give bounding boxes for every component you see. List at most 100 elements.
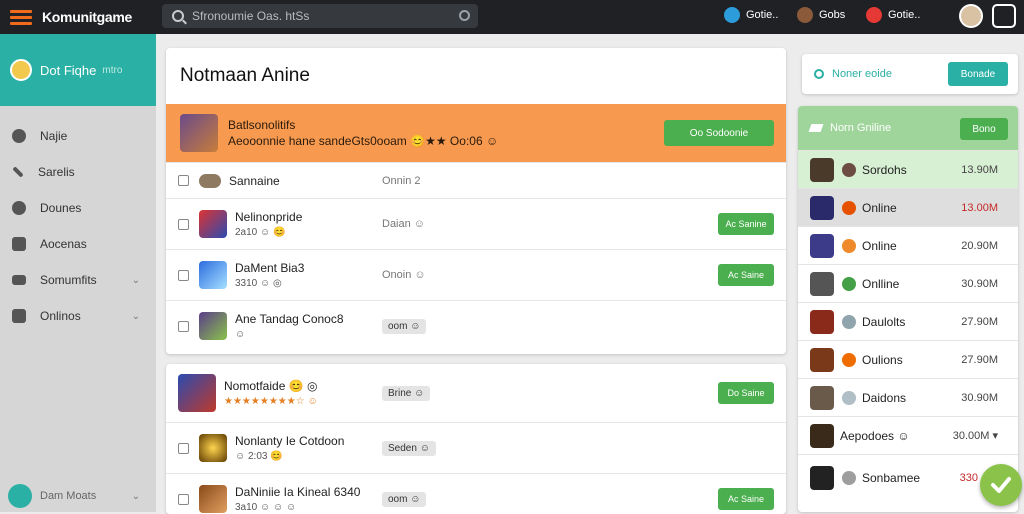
status-icon — [842, 470, 856, 485]
sidebar-item-label: Najie — [40, 129, 68, 143]
right-search-button[interactable]: Bonade — [948, 62, 1008, 86]
search-bar[interactable]: Sfronoumie Oas. htSs — [162, 4, 478, 28]
row-name: Nelinonpride — [235, 210, 303, 224]
row-name: DaNiniie Ia Kineal 6340 — [235, 485, 361, 499]
sidebar-item-label: Sarelis — [38, 165, 75, 179]
main-card-2: Nomotfaide 😊 ◎ ★★★★★★★★☆ ☺ Brine ☺ Do Sai… — [166, 364, 786, 514]
row-sub: ☺ 2:03 😊 — [235, 451, 283, 462]
row-thumbnail — [810, 465, 834, 490]
row-checkbox[interactable] — [178, 269, 189, 281]
status-icon — [842, 238, 856, 253]
briefcase-icon — [12, 237, 26, 251]
row-status: Onoin ☺ — [382, 269, 426, 281]
featured-row[interactable]: Batlsonolitifs Aeooonnie hane sandeGts0o… — [166, 104, 786, 162]
row-value: 13.00M — [961, 201, 998, 214]
row-action-button[interactable]: Ac Saine — [718, 488, 774, 510]
list-item[interactable]: Daidons 30.90M — [798, 378, 1018, 416]
list-item[interactable]: DaNiniie Ia Kineal 6340 3a10 ☺ ☺ ☺ oom ☺ … — [166, 473, 786, 514]
list-item[interactable]: Nonlanty Ie Cotdoon ☺ 2:03 😊 Seden ☺ — [166, 422, 786, 473]
app-logo-icon[interactable] — [992, 4, 1016, 28]
row-status-badge: oom ☺ — [382, 318, 427, 334]
status-icon — [842, 200, 856, 215]
sidebar-item-onlinos[interactable]: Onlinos ⌄ — [0, 298, 156, 334]
list-item[interactable]: Onlline 30.90M — [798, 264, 1018, 302]
top-nav-item-2[interactable]: Gobs — [797, 7, 845, 23]
row-status-badge: Brine ☺ — [382, 385, 431, 401]
tag-icon — [808, 124, 824, 132]
footer-icon — [8, 484, 32, 508]
row-value: 330 — [959, 471, 978, 484]
row-value: 13.90M — [961, 163, 998, 176]
row-action-button[interactable]: Do Saine — [718, 382, 774, 404]
sidebar-item-somumfits[interactable]: Somumfits ⌄ — [0, 262, 156, 298]
sidebar-item-label: Dounes — [40, 201, 82, 215]
list-item[interactable]: Nomotfaide 😊 ◎ ★★★★★★★★☆ ☺ Brine ☺ Do Sai… — [166, 364, 786, 422]
list-item[interactable]: Online 13.00M — [798, 188, 1018, 226]
row-thumbnail — [199, 434, 227, 462]
list-item[interactable]: Aepodoes ☺ 30.00M ▾ — [798, 416, 1018, 454]
row-status: Daian ☺ — [382, 218, 426, 230]
row-thumbnail — [810, 195, 834, 220]
row-thumbnail — [199, 210, 227, 238]
top-nav-item-1[interactable]: Gotie.. — [724, 7, 778, 23]
row-value: 20.90M — [961, 239, 998, 252]
user-avatar[interactable] — [959, 4, 983, 28]
sidebar-profile[interactable]: Dot Fiqhe mtro — [0, 34, 156, 106]
search-submit-icon[interactable] — [459, 10, 470, 21]
featured-title: Batlsonolitifs — [228, 118, 296, 132]
status-icon — [842, 390, 856, 405]
row-thumbnail — [178, 374, 216, 412]
check-fab-button[interactable] — [980, 464, 1022, 506]
row-action-button[interactable]: Ac Saine — [718, 264, 774, 286]
search-input[interactable]: Sfronoumie Oas. htSs — [192, 9, 309, 23]
folder-icon — [12, 275, 26, 285]
list-item[interactable]: Sannaine Onnin 2 — [166, 162, 786, 198]
sidebar-item-aocenas[interactable]: Aocenas — [0, 226, 156, 262]
list-item[interactable]: Sordohs 13.90M — [798, 150, 1018, 188]
list-item[interactable]: Oulions 27.90M — [798, 340, 1018, 378]
featured-button[interactable]: Oo Sodoonie — [664, 120, 774, 146]
chevron-down-icon: ⌄ — [131, 310, 140, 322]
featured-subtitle: Aeooonnie hane sandeGts0ooam 😊★★ Oo:06 ☺ — [228, 134, 499, 148]
row-rating: ★★★★★★★★☆ ☺ — [224, 396, 318, 407]
sidebar: Dot Fiqhe mtro Najie Sarelis Dounes Aoce… — [0, 34, 156, 512]
sidebar-item-dounes[interactable]: Dounes — [0, 190, 156, 226]
row-thumbnail — [810, 233, 834, 258]
right-panel-button[interactable]: Bono — [960, 118, 1008, 140]
list-item[interactable]: Online 20.90M — [798, 226, 1018, 264]
row-sub: 3310 ☺ ◎ — [235, 278, 282, 289]
row-thumbnail — [810, 347, 834, 372]
row-sub: 2a10 ☺ 😊 — [235, 227, 286, 238]
sidebar-item-najie[interactable]: Najie — [0, 118, 156, 154]
menu-icon[interactable] — [10, 7, 32, 28]
row-checkbox[interactable] — [178, 320, 189, 332]
disc-icon — [12, 201, 26, 215]
list-item[interactable]: DaMent Bia3 3310 ☺ ◎ Onoin ☺ Ac Saine — [166, 249, 786, 300]
top-nav-label: Gotie.. — [746, 9, 779, 21]
avatar-icon — [797, 7, 813, 23]
list-item[interactable]: Nelinonpride 2a10 ☺ 😊 Daian ☺ Ac Sanine — [166, 198, 786, 249]
right-search-input[interactable]: Noner eoide — [832, 68, 892, 80]
row-action-button[interactable]: Ac Sanine — [718, 213, 774, 235]
top-nav-label: Gobs — [819, 9, 846, 21]
row-name: DaMent Bia3 — [235, 261, 305, 275]
row-checkbox[interactable] — [178, 442, 189, 454]
sidebar-footer[interactable]: Dam Moats ⌄ — [0, 480, 156, 512]
top-nav-item-3[interactable]: Gotie.. — [866, 7, 920, 23]
sidebar-item-label: Somumfits — [40, 273, 97, 287]
list-item[interactable]: Daulolts 27.90M — [798, 302, 1018, 340]
row-thumbnail — [810, 157, 834, 182]
sidebar-item-sarelis[interactable]: Sarelis — [0, 154, 156, 190]
right-panel-title: Norn Gniline — [830, 122, 892, 134]
row-thumbnail — [199, 173, 221, 188]
row-thumbnail — [810, 271, 834, 296]
row-name: Nomotfaide 😊 ◎ — [224, 379, 318, 393]
row-checkbox[interactable] — [178, 218, 189, 230]
brand-logo-text[interactable]: Komunitgame — [42, 9, 132, 25]
list-item[interactable]: Ane Tandag Conoc8 ☺ oom ☺ — [166, 300, 786, 351]
row-status: Online — [862, 200, 897, 215]
row-checkbox[interactable] — [178, 175, 189, 186]
row-checkbox[interactable] — [178, 493, 189, 505]
row-value[interactable]: 30.00M ▾ — [953, 429, 998, 442]
notification-icon — [866, 7, 882, 23]
